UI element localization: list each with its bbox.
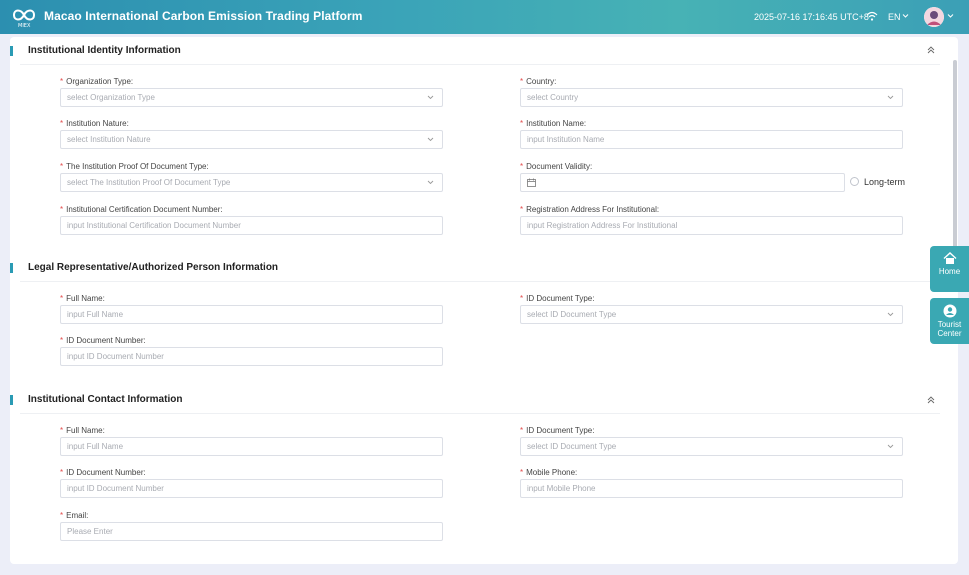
section-divider — [20, 413, 940, 414]
legal-id-number-input[interactable]: input ID Document Number — [60, 347, 443, 366]
avatar-icon — [924, 7, 944, 27]
proof-document-type-select[interactable]: select The Institution Proof Of Document… — [60, 173, 443, 192]
collapse-up-icon[interactable] — [927, 46, 935, 54]
label-certification-number: * Institutional Certification Document Nu… — [60, 205, 223, 214]
language-selector[interactable]: EN — [888, 12, 901, 22]
label-contact-id-type: * ID Document Type: — [520, 426, 595, 435]
organization-type-select[interactable]: select Organization Type — [60, 88, 443, 107]
chevron-down-icon — [887, 312, 894, 317]
chevron-down-icon — [887, 95, 894, 100]
chevron-down-icon[interactable] — [947, 13, 954, 19]
collapse-up-icon[interactable] — [927, 396, 935, 404]
section-divider — [20, 64, 940, 65]
top-bar: MIEX Macao International Carbon Emission… — [0, 0, 969, 34]
home-label: Home — [938, 267, 961, 276]
label-legal-full-name: * Full Name: — [60, 294, 105, 303]
label-registration-address: * Registration Address For Institutional: — [520, 205, 660, 214]
institution-nature-select[interactable]: select Institution Nature — [60, 130, 443, 149]
infinity-logo-icon[interactable]: MIEX — [10, 5, 38, 29]
datetime-display: 2025-07-16 17:16:45 UTC+8 — [754, 12, 869, 22]
chevron-down-icon — [427, 137, 434, 142]
svg-text:MIEX: MIEX — [18, 23, 31, 29]
section-title-contact: Institutional Contact Information — [28, 394, 183, 405]
label-proof-document-type: * The Institution Proof Of Document Type: — [60, 162, 209, 171]
long-term-label[interactable]: Long-term — [864, 177, 905, 187]
section-accent-bar — [10, 395, 13, 405]
label-legal-id-type: * ID Document Type: — [520, 294, 595, 303]
chevron-down-icon[interactable] — [902, 13, 909, 19]
country-select[interactable]: select Country — [520, 88, 903, 107]
contact-id-number-input[interactable]: input ID Document Number — [60, 479, 443, 498]
mobile-phone-input[interactable]: input Mobile Phone — [520, 479, 903, 498]
label-contact-full-name: * Full Name: — [60, 426, 105, 435]
wifi-icon — [866, 11, 878, 21]
section-title-legal-rep: Legal Representative/Authorized Person I… — [28, 262, 279, 273]
tourist-label: Tourist — [937, 320, 962, 329]
label-mobile-phone: * Mobile Phone: — [520, 468, 578, 477]
contact-full-name-input[interactable]: input Full Name — [60, 437, 443, 456]
label-institution-name: * Institution Name: — [520, 119, 587, 128]
label-country: * Country: — [520, 77, 557, 86]
section-accent-bar — [10, 263, 13, 273]
label-institution-nature: * Institution Nature: — [60, 119, 129, 128]
user-avatar[interactable] — [924, 7, 944, 27]
chevron-down-icon — [427, 180, 434, 185]
institution-name-input[interactable]: input Institution Name — [520, 130, 903, 149]
label-email: * Email: — [60, 511, 89, 520]
document-validity-date-picker[interactable] — [520, 173, 845, 192]
contact-id-type-select[interactable]: select ID Document Type — [520, 437, 903, 456]
legal-id-type-select[interactable]: select ID Document Type — [520, 305, 903, 324]
section-title-identity: Institutional Identity Information — [28, 45, 181, 56]
long-term-radio[interactable] — [850, 177, 859, 186]
center-label: Center — [937, 329, 962, 338]
home-icon — [943, 252, 956, 264]
label-legal-id-number: * ID Document Number: — [60, 336, 146, 345]
legal-full-name-input[interactable]: input Full Name — [60, 305, 443, 324]
chevron-down-icon — [427, 95, 434, 100]
label-contact-id-number: * ID Document Number: — [60, 468, 146, 477]
registration-address-input[interactable]: input Registration Address For Instituti… — [520, 216, 903, 235]
email-input[interactable]: Please Enter — [60, 522, 443, 541]
certification-number-input[interactable]: input Institutional Certification Docume… — [60, 216, 443, 235]
scrollbar[interactable] — [953, 60, 957, 250]
chevron-down-icon — [887, 444, 894, 449]
section-divider — [20, 281, 940, 282]
label-organization-type: * Organization Type: — [60, 77, 134, 86]
tourist-center-float-button[interactable]: Tourist Center — [930, 298, 969, 344]
section-accent-bar — [10, 46, 13, 56]
home-float-button[interactable]: Home — [930, 246, 969, 292]
calendar-icon — [527, 178, 536, 187]
user-circle-icon — [943, 304, 956, 318]
label-document-validity: * Document Validity: — [520, 162, 593, 171]
app-title: Macao International Carbon Emission Trad… — [44, 9, 363, 23]
